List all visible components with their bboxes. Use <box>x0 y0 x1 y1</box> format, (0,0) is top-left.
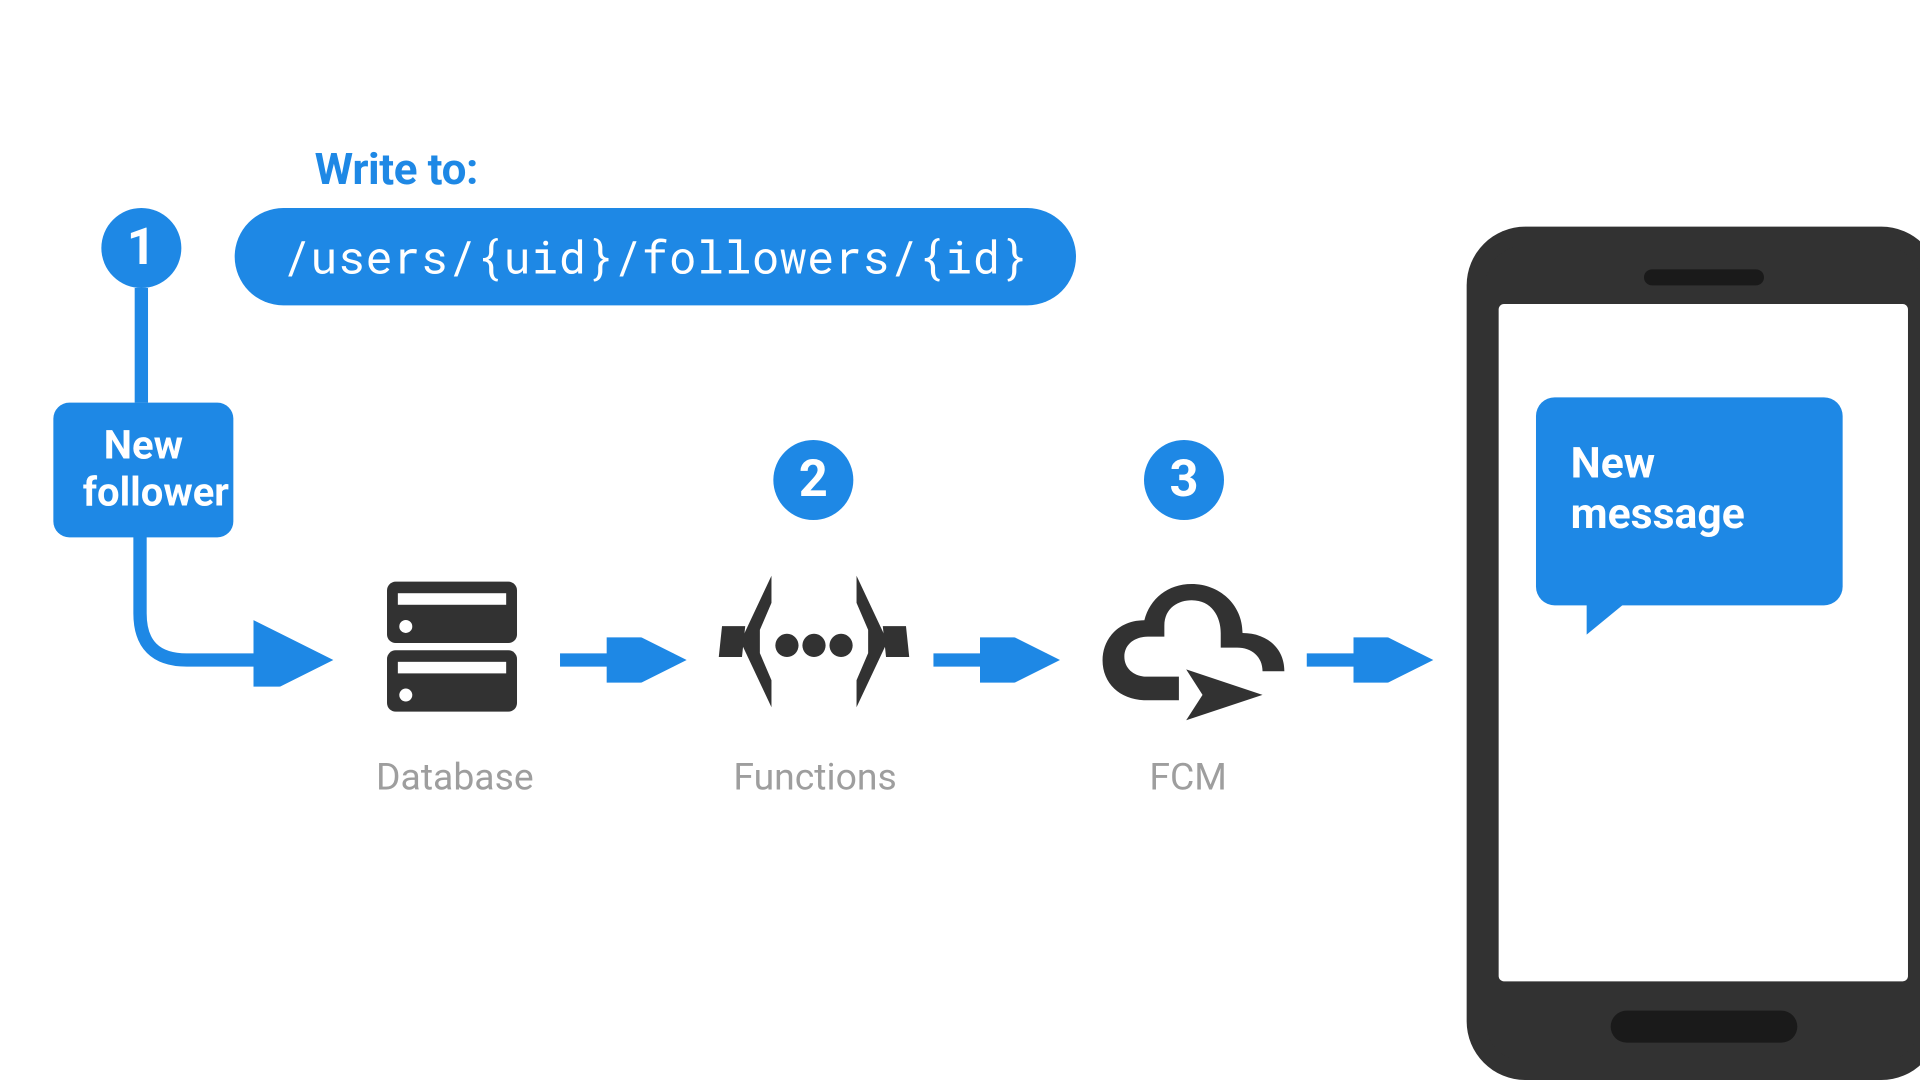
event-line1: New <box>83 424 204 470</box>
step-2-badge: 2 <box>773 440 853 520</box>
phone-device: New message <box>1467 227 1920 1080</box>
arrow-fcm-to-phone <box>1307 637 1454 682</box>
arrow-follower-to-database <box>127 527 354 687</box>
database-label: Database <box>376 755 534 799</box>
fcm-label: FCM <box>1149 755 1227 799</box>
phone-screen: New message <box>1499 304 1908 981</box>
arrow-functions-to-fcm <box>933 637 1080 682</box>
new-follower-event-box: New follower <box>53 403 233 538</box>
functions-label: Functions <box>733 755 896 799</box>
fcm-cloud-send-icon <box>1088 560 1288 733</box>
bubble-tail <box>1587 597 1632 634</box>
notification-line2: message <box>1571 489 1808 540</box>
notification-bubble: New message <box>1536 397 1843 605</box>
notification-line1: New <box>1571 437 1808 488</box>
phone-bezel: New message <box>1485 245 1920 1061</box>
write-to-label: Write to: <box>315 144 478 196</box>
phone-home-bar <box>1610 1011 1797 1043</box>
database-icon <box>365 560 538 733</box>
diagram-stage: Write to: /users/{uid}/followers/{id} 1 … <box>0 0 1920 1080</box>
step-3-badge: 3 <box>1144 440 1224 520</box>
event-line2: follower <box>83 470 204 516</box>
step-1-badge: 1 <box>101 208 181 288</box>
cloud-functions-icon <box>717 557 910 737</box>
arrow-database-to-functions <box>560 637 707 682</box>
phone-speaker <box>1643 269 1763 285</box>
connector-step1-to-box <box>135 288 148 403</box>
database-path-pill: /users/{uid}/followers/{id} <box>235 208 1076 305</box>
